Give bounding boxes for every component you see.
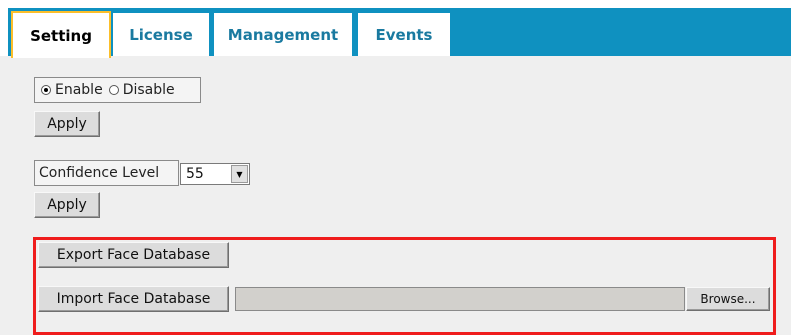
tab-events[interactable]: Events bbox=[358, 13, 450, 56]
disable-radio[interactable]: Disable bbox=[108, 82, 175, 98]
confidence-level-select[interactable]: 55 ▼ bbox=[180, 163, 250, 185]
export-face-database-button[interactable]: Export Face Database bbox=[38, 242, 229, 268]
confidence-level-label: Confidence Level bbox=[34, 160, 179, 186]
enable-radio-indicator[interactable] bbox=[41, 85, 51, 95]
enable-radio[interactable]: Enable bbox=[41, 82, 103, 98]
disable-radio-indicator[interactable] bbox=[108, 85, 119, 95]
tab-management[interactable]: Management bbox=[214, 13, 352, 56]
setting-panel: Enable Disable Apply Confidence Level 55… bbox=[0, 56, 791, 335]
enable-disable-group: Enable Disable bbox=[34, 77, 201, 103]
enable-radio-label: Enable bbox=[55, 82, 103, 98]
tab-setting[interactable]: Setting bbox=[11, 11, 111, 58]
chevron-down-icon[interactable]: ▼ bbox=[231, 165, 248, 183]
browse-button[interactable]: Browse... bbox=[686, 287, 770, 311]
import-file-path-input[interactable] bbox=[235, 287, 685, 311]
disable-radio-label: Disable bbox=[122, 82, 175, 98]
apply-enable-button[interactable]: Apply bbox=[34, 111, 100, 137]
tab-license[interactable]: License bbox=[113, 13, 209, 56]
apply-confidence-button[interactable]: Apply bbox=[34, 192, 100, 218]
import-face-database-button[interactable]: Import Face Database bbox=[38, 286, 229, 312]
confidence-level-text: Confidence Level bbox=[39, 165, 160, 181]
tab-bar: Setting License Management Events bbox=[0, 0, 791, 58]
confidence-level-value: 55 bbox=[186, 166, 204, 182]
